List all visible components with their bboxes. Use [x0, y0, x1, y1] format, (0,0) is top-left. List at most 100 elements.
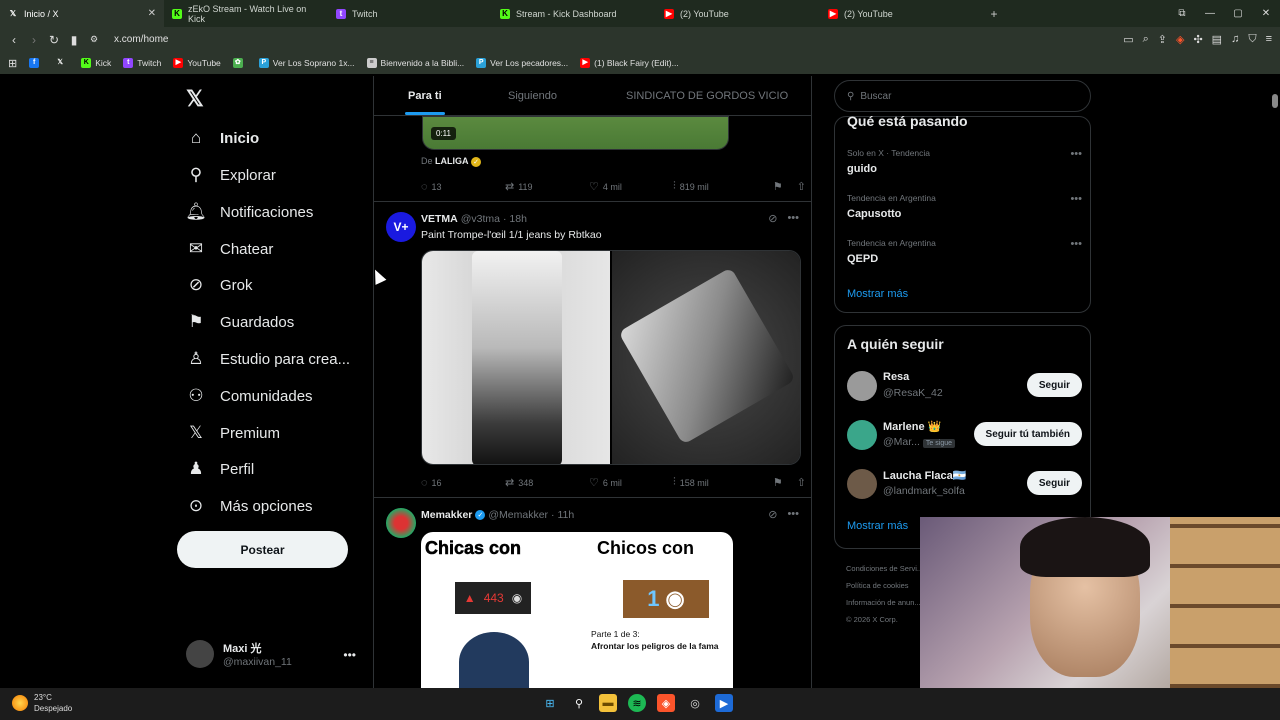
tweet-time[interactable]: · 11h: [551, 509, 574, 521]
tweet-time[interactable]: · 18h: [503, 213, 527, 225]
more-icon[interactable]: •••: [1070, 238, 1082, 250]
follow-suggestion[interactable]: Marlene 👑 @Mar... Te sigue Seguir tú tamb…: [847, 420, 1082, 454]
browser-tab-kick-stream[interactable]: K zEkO Stream - Watch Live on Kick: [164, 0, 328, 27]
jeans-photo-flat[interactable]: [612, 251, 800, 464]
bookmark-x[interactable]: 𝕏: [55, 58, 69, 68]
like-button[interactable]: ♡ 4 mil: [589, 180, 673, 193]
show-more-link[interactable]: Mostrar más: [847, 520, 908, 532]
bookmark-black-fairy[interactable]: ▶ (1) Black Fairy (Edit)...: [580, 58, 679, 68]
brave-shield-icon[interactable]: ◈: [1176, 33, 1184, 46]
author-name[interactable]: VETMA: [421, 213, 458, 225]
tab-sindicato[interactable]: SINDICATO DE GORDOS VICIO: [626, 90, 788, 102]
browser-tab-x-home[interactable]: 𝕏 Inicio / X ✕: [0, 0, 164, 27]
browser-tab-youtube-1[interactable]: ▶ (2) YouTube: [656, 0, 820, 27]
author-handle[interactable]: @Memakker: [488, 509, 548, 521]
author-handle[interactable]: @v3tma: [461, 213, 500, 225]
forward-icon[interactable]: ›: [24, 33, 44, 47]
weather-widget[interactable]: 23°C Despejado: [12, 692, 72, 714]
follow-suggestion[interactable]: Laucha Flaca🇦🇷 @landmark_solfa Seguir: [847, 469, 1082, 503]
nav-grok[interactable]: ⊘ Grok: [186, 275, 253, 295]
source-link[interactable]: LALIGA: [435, 156, 469, 166]
follow-button[interactable]: Seguir: [1026, 373, 1082, 397]
search-icon[interactable]: ⚲: [570, 694, 588, 712]
more-icon[interactable]: •••: [1070, 148, 1082, 160]
more-icon[interactable]: •••: [787, 212, 799, 225]
url-input[interactable]: x.com/home: [114, 34, 168, 45]
grok-icon[interactable]: ⊘: [768, 508, 777, 521]
spotify-icon[interactable]: ≋: [628, 694, 646, 712]
avatar[interactable]: V+: [386, 212, 416, 242]
obs-icon[interactable]: ◎: [686, 694, 704, 712]
bookmark-biblioteca[interactable]: ≡ Bienvenido a la Bibli...: [366, 58, 464, 68]
tab-siguiendo[interactable]: Siguiendo: [508, 90, 557, 102]
nav-estudio[interactable]: ♙ Estudio para crea...: [186, 349, 350, 369]
more-icon[interactable]: •••: [343, 648, 356, 662]
post-button[interactable]: Postear: [177, 531, 348, 568]
follow-back-button[interactable]: Seguir tú también: [973, 422, 1082, 446]
footer-link[interactable]: Condiciones de Servi...: [846, 560, 923, 577]
share-icon[interactable]: ⇧: [797, 476, 806, 489]
nav-inicio[interactable]: ⌂ Inicio: [186, 128, 259, 148]
author-name[interactable]: Memakker: [421, 509, 472, 521]
menu-icon[interactable]: ≡: [1266, 33, 1272, 46]
tab-para-ti[interactable]: Para ti: [408, 90, 442, 102]
zoom-icon[interactable]: ⌕: [1143, 33, 1149, 46]
bookmark-kick[interactable]: K Kick: [81, 58, 111, 68]
bookmark-youtube[interactable]: ▶ YouTube: [173, 58, 221, 68]
bookmark-icon[interactable]: ⚑: [773, 476, 783, 489]
site-info-icon[interactable]: ⚙: [84, 34, 104, 45]
account-switcher[interactable]: Maxi 光 @maxiivan_11 •••: [186, 640, 366, 668]
extensions-icon[interactable]: ⧉: [1168, 8, 1196, 19]
bookmark-soprano[interactable]: P Ver Los Soprano 1x...: [258, 58, 355, 68]
video-player[interactable]: 0:11: [422, 116, 729, 150]
bookmark-icon[interactable]: ⚑: [773, 180, 783, 193]
install-app-icon[interactable]: ▭: [1123, 33, 1133, 46]
reply-button[interactable]: ◌ 16: [421, 476, 505, 489]
nav-explorar[interactable]: ⚲ Explorar: [186, 165, 276, 185]
x-logo-icon[interactable]: 𝕏: [186, 86, 204, 112]
browser-tab-kick-dashboard[interactable]: K Stream - Kick Dashboard: [492, 0, 656, 27]
more-icon[interactable]: •••: [1070, 193, 1082, 205]
nav-premium[interactable]: 𝕏 Premium: [186, 423, 280, 443]
minimize-icon[interactable]: —: [1196, 8, 1224, 19]
bookmark-facebook[interactable]: f: [29, 58, 43, 68]
repost-button[interactable]: ⇄ 119: [505, 180, 589, 193]
maximize-icon[interactable]: ▢: [1224, 8, 1252, 19]
trend-item[interactable]: Tendencia en Argentina Capusotto •••: [847, 193, 1082, 220]
vpn-icon[interactable]: ⛉: [1248, 33, 1256, 46]
puzzle-icon[interactable]: ✣: [1193, 33, 1202, 46]
jeans-photo-front[interactable]: [422, 251, 610, 464]
footer-link[interactable]: Información de anun...: [846, 594, 923, 611]
nav-chatear[interactable]: ✉ Chatear: [186, 239, 274, 259]
browser-tab-twitch[interactable]: t Twitch: [328, 0, 492, 27]
windows-start-icon[interactable]: ⊞: [541, 694, 559, 712]
follow-suggestion[interactable]: Resa @ResaK_42 Seguir: [847, 371, 1082, 405]
new-tab-button[interactable]: +: [984, 7, 1004, 21]
views-button[interactable]: ⫶ 819 mil: [673, 180, 757, 193]
brave-browser-icon[interactable]: ◈: [657, 694, 675, 712]
nav-mas-opciones[interactable]: ⊙ Más opciones: [186, 496, 313, 516]
back-icon[interactable]: ‹: [4, 33, 24, 47]
reply-button[interactable]: ◌ 13: [421, 180, 505, 193]
apps-grid-icon[interactable]: ⊞: [8, 57, 17, 70]
trend-item[interactable]: Tendencia en Argentina QEPD •••: [847, 238, 1082, 265]
nav-notificaciones[interactable]: 🔔︎ Notificaciones: [185, 202, 313, 222]
close-tab-icon[interactable]: ✕: [148, 8, 156, 19]
reload-icon[interactable]: ↻: [44, 33, 64, 47]
views-button[interactable]: ⫶ 158 mil: [673, 476, 757, 489]
bookmark-twitch[interactable]: t Twitch: [123, 58, 161, 68]
repost-button[interactable]: ⇄ 348: [505, 476, 589, 489]
search-input[interactable]: ⚲ Buscar: [834, 80, 1091, 112]
trend-item[interactable]: Solo en X · Tendencia guido •••: [847, 148, 1082, 175]
browser-tab-youtube-2[interactable]: ▶ (2) YouTube: [820, 0, 984, 27]
footer-link[interactable]: Política de cookies: [846, 577, 923, 594]
music-icon[interactable]: ♫: [1231, 33, 1239, 46]
more-icon[interactable]: •••: [787, 508, 799, 521]
tweet-media[interactable]: [421, 250, 801, 465]
grok-icon[interactable]: ⊘: [768, 212, 777, 225]
tweet-media[interactable]: Chicas con Chicos con ▲ 443 ◉ 1 ◉ Parte 1 d…: [421, 532, 733, 688]
share-icon[interactable]: ⇪: [1158, 33, 1167, 46]
bookmark-page-icon[interactable]: ▮: [64, 33, 84, 47]
camera-app-icon[interactable]: ▶: [715, 694, 733, 712]
avatar[interactable]: [386, 508, 416, 538]
